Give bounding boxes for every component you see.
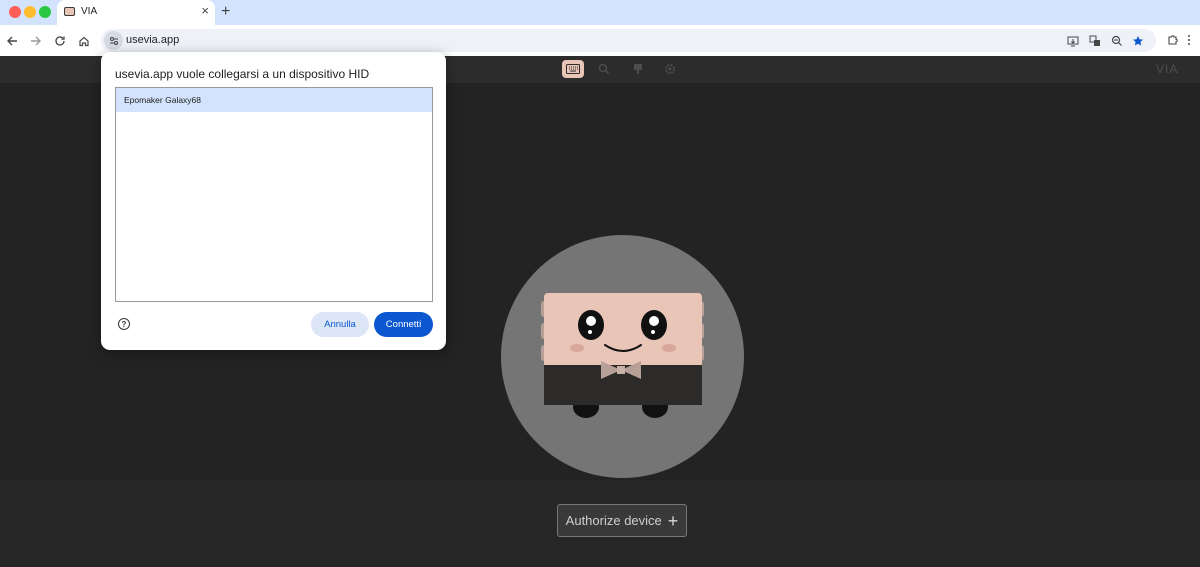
arrow-right-icon	[31, 36, 41, 46]
keyboard-mascot-icon	[541, 293, 704, 418]
forward-button[interactable]	[26, 31, 46, 51]
device-list[interactable]: Epomaker Galaxy68	[115, 87, 433, 302]
tab-via[interactable]: VIA ×	[57, 0, 215, 25]
arrow-left-icon	[7, 36, 17, 46]
hid-permission-dialog: usevia.app vuole collegarsi a un disposi…	[101, 52, 446, 350]
keyboard-mascot-icon	[64, 7, 75, 16]
home-button[interactable]	[74, 31, 94, 51]
nav-design[interactable]	[627, 60, 649, 78]
app-brand: VIA	[1156, 62, 1179, 76]
authorize-device-label: Authorize device	[565, 513, 662, 528]
translate-icon	[1089, 35, 1100, 46]
reload-button[interactable]	[50, 31, 70, 51]
star-icon	[1133, 36, 1143, 46]
device-item-epomaker-galaxy68[interactable]: Epomaker Galaxy68	[116, 88, 432, 112]
install-app-button[interactable]	[1065, 33, 1081, 49]
cancel-button[interactable]: Annulla	[311, 312, 369, 337]
maximize-window-button[interactable]	[39, 6, 51, 18]
plus-icon: +	[667, 510, 679, 531]
dialog-title: usevia.app vuole collegarsi a un disposi…	[115, 67, 370, 81]
zoom-out-icon	[1111, 35, 1122, 46]
tab-title: VIA	[81, 6, 98, 17]
reload-icon	[55, 36, 65, 46]
tune-icon	[109, 36, 118, 45]
design-icon	[634, 64, 642, 74]
debug-icon	[598, 63, 610, 75]
extensions-button[interactable]	[1164, 31, 1182, 49]
bookmark-button[interactable]	[1130, 33, 1146, 49]
close-icon[interactable]: ×	[201, 4, 209, 18]
new-tab-button[interactable]: +	[221, 2, 230, 22]
translate-button[interactable]	[1087, 33, 1103, 49]
back-button[interactable]	[2, 31, 22, 51]
url-text: usevia.app	[126, 34, 180, 46]
site-info-button[interactable]	[104, 31, 123, 50]
menu-button[interactable]	[1188, 35, 1190, 45]
address-bar[interactable]: usevia.app	[101, 29, 1156, 52]
close-window-button[interactable]	[9, 6, 21, 18]
authorize-device-button[interactable]: Authorize device +	[557, 504, 687, 537]
puzzle-icon	[1168, 35, 1178, 45]
nav-configure[interactable]	[562, 60, 584, 78]
minimize-window-button[interactable]	[24, 6, 36, 18]
nav-settings[interactable]	[659, 60, 681, 78]
keyboard-icon	[566, 64, 580, 74]
zoom-button[interactable]	[1109, 33, 1125, 49]
help-icon[interactable]: ?	[118, 318, 130, 330]
connect-button[interactable]: Connetti	[374, 312, 433, 337]
mascot-illustration	[501, 235, 744, 478]
nav-debug[interactable]	[593, 60, 615, 78]
install-icon	[1067, 36, 1079, 46]
tab-strip: VIA × +	[0, 0, 1200, 25]
settings-icon	[665, 64, 675, 74]
home-icon	[79, 36, 89, 47]
